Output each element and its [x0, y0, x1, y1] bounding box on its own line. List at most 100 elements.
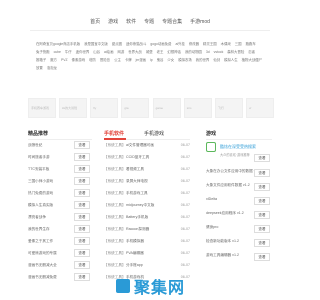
item-name[interactable]: Battery手机版 — [126, 215, 148, 220]
item-name[interactable]: 漫画书无删减大全 — [28, 263, 57, 268]
view-button[interactable]: 查看 — [74, 261, 90, 269]
tag-link[interactable]: 模拟农场 — [178, 58, 192, 62]
item-name[interactable]: ai文件管理器可画 — [126, 143, 154, 148]
item-name[interactable]: 大象在办公文件应用中的数据 v1.2 — [206, 169, 261, 174]
tag-link[interactable]: PVZ — [61, 58, 68, 62]
tag-link[interactable]: 忍者 — [248, 50, 255, 54]
nav-item-4[interactable]: 专题合集 — [162, 18, 182, 26]
tag-link[interactable]: 迷你世界 — [76, 50, 90, 54]
tag-link[interactable]: 三国 — [235, 42, 242, 46]
item-name[interactable]: 游戏工具编辑器 v1.2 — [206, 253, 239, 258]
tag-link[interactable]: 植物大战僵尸 — [242, 58, 262, 62]
tag-link[interactable]: 卡牌 — [125, 58, 132, 62]
item-name[interactable]: CCID蓝牙工具 — [126, 155, 149, 160]
item-name[interactable]: 三国小师小游戏 — [28, 179, 53, 184]
tag-link[interactable]: 仙剑 — [213, 58, 220, 62]
tag-link[interactable]: lp — [150, 58, 153, 62]
tag-link[interactable]: 公主 — [114, 58, 121, 62]
site-logo[interactable]: 聚集网 — [116, 274, 185, 298]
tag-link[interactable]: ai绘画 — [104, 50, 113, 54]
tag-link[interactable]: 世界大战 — [128, 50, 142, 54]
tag-link[interactable]: 我是国宝中文版 — [84, 42, 108, 46]
tag-link[interactable]: 鬼谷 — [157, 58, 164, 62]
nav-item-5[interactable]: 手游mod — [190, 18, 210, 26]
view-button[interactable]: 查看 — [74, 273, 90, 281]
item-name[interactable]: 模拟人生真实版 — [28, 203, 53, 208]
thumbnail[interactable]: gta — [121, 98, 150, 118]
item-name[interactable]: 手机游戏工具 — [126, 191, 148, 196]
thumbnail[interactable]: vr — [245, 98, 274, 118]
view-button[interactable]: 查看 — [254, 239, 270, 247]
item-name[interactable]: midjourney中文版 — [126, 203, 154, 208]
view-button[interactable]: 查看 — [74, 213, 90, 221]
tag-link[interactable]: vstock — [214, 50, 224, 54]
tag-link[interactable]: 推箱子 — [36, 58, 46, 62]
tag-link[interactable]: 幻想神话 — [167, 50, 181, 54]
tag-link[interactable]: jm漫画 — [136, 58, 146, 62]
tag-link[interactable]: gogo动画免费 — [150, 42, 171, 46]
view-button[interactable]: 查看 — [74, 165, 90, 173]
tag-link[interactable]: 修改器 — [189, 42, 199, 46]
view-button[interactable]: 查看 — [254, 225, 270, 233]
tag-link[interactable]: 城堡 — [146, 50, 153, 54]
tag-link[interactable]: 山谷 — [93, 50, 100, 54]
item-name[interactable]: 我的世界生存 — [28, 227, 50, 232]
view-button[interactable]: 查看 — [74, 237, 90, 245]
view-button[interactable]: 查看 — [74, 201, 90, 209]
item-name[interactable]: deepseek应用程序 v1.2 — [206, 211, 244, 216]
thumbnail[interactable]: sim — [183, 98, 212, 118]
tag-link[interactable]: 网游 — [117, 50, 124, 54]
item-name[interactable]: 检查新功能版本 v1.2 — [206, 239, 239, 244]
tag-link[interactable]: 放置 — [36, 66, 43, 70]
view-button[interactable]: 查看 — [254, 253, 270, 261]
tag-link[interactable]: 精灵王国 — [203, 42, 217, 46]
nav-item-2[interactable]: 软件 — [126, 18, 136, 26]
thumbnail[interactable]: fly — [90, 98, 119, 118]
view-button[interactable]: 查看 — [254, 211, 270, 219]
tag-link[interactable]: ai外挂 — [175, 42, 184, 46]
item-name[interactable]: xlDelta — [206, 197, 217, 201]
promo-view-button[interactable]: 查看 — [254, 154, 270, 162]
view-button[interactable]: 查看 — [74, 153, 90, 161]
item-name[interactable]: 录屏大师电视 — [126, 179, 148, 184]
item-name[interactable]: 爱像之于其工作 — [28, 239, 53, 244]
tab-apps[interactable]: 手机软件 — [104, 130, 124, 137]
tag-link[interactable]: 我的世界 — [196, 58, 210, 62]
view-button[interactable]: 查看 — [74, 177, 90, 185]
view-button[interactable]: 查看 — [74, 189, 90, 197]
item-name[interactable]: 大象文件应用软件数据 v1.2 — [206, 183, 250, 188]
tag-link[interactable]: 少女 — [167, 58, 174, 62]
tag-link[interactable]: cube — [54, 50, 61, 54]
tag-link[interactable]: 冒险岛 — [100, 58, 110, 62]
item-name[interactable]: 健身pro — [206, 225, 218, 230]
tag-link[interactable]: 魔方 — [50, 58, 57, 62]
tag-link[interactable]: 跑跑车 — [246, 42, 256, 46]
tag-link[interactable]: 森林大冒险 — [227, 50, 244, 54]
tag-link[interactable]: 塔防 — [89, 58, 96, 62]
tag-link[interactable]: 泡泡龙 — [47, 66, 57, 70]
thumbnail[interactable]: game — [152, 98, 181, 118]
item-name[interactable]: 可爱熊游戏的专属 — [28, 251, 57, 256]
tag-link[interactable]: 甜点圈 — [112, 42, 122, 46]
item-name[interactable]: 漫画书无删减免费 — [28, 275, 57, 280]
tag-link[interactable]: 迷你熊猫战斗 — [126, 42, 146, 46]
thumbnail[interactable]: kk的大冒险 — [59, 98, 88, 118]
tag-link[interactable]: 老王 — [157, 50, 164, 54]
tag-link[interactable]: 像素游戏 — [72, 58, 86, 62]
nav-item-0[interactable]: 首页 — [90, 18, 100, 26]
tag-link[interactable]: 木偶戏 — [221, 42, 231, 46]
item-name[interactable]: 手机模拟器 — [126, 239, 144, 244]
tag-link[interactable]: 牛仔 — [65, 50, 72, 54]
nav-item-3[interactable]: 专题 — [144, 18, 154, 26]
thumbnail[interactable]: 手机赛车游戏 — [28, 98, 56, 118]
item-name[interactable]: PVA编辑器 — [126, 251, 144, 256]
item-name[interactable]: 战狼世纪 — [28, 143, 42, 148]
view-button[interactable]: 查看 — [74, 225, 90, 233]
tag-link[interactable]: 模拟人生 — [224, 58, 238, 62]
view-button[interactable]: 查看 — [74, 141, 90, 149]
tab-games[interactable]: 手机游戏 — [144, 130, 164, 137]
tag-link[interactable]: 兔子快跑 — [36, 50, 50, 54]
thumbnail[interactable]: 飞行 — [214, 98, 243, 118]
item-name[interactable]: 时间旅者手游 — [28, 155, 50, 160]
view-button[interactable]: 查看 — [254, 197, 270, 205]
